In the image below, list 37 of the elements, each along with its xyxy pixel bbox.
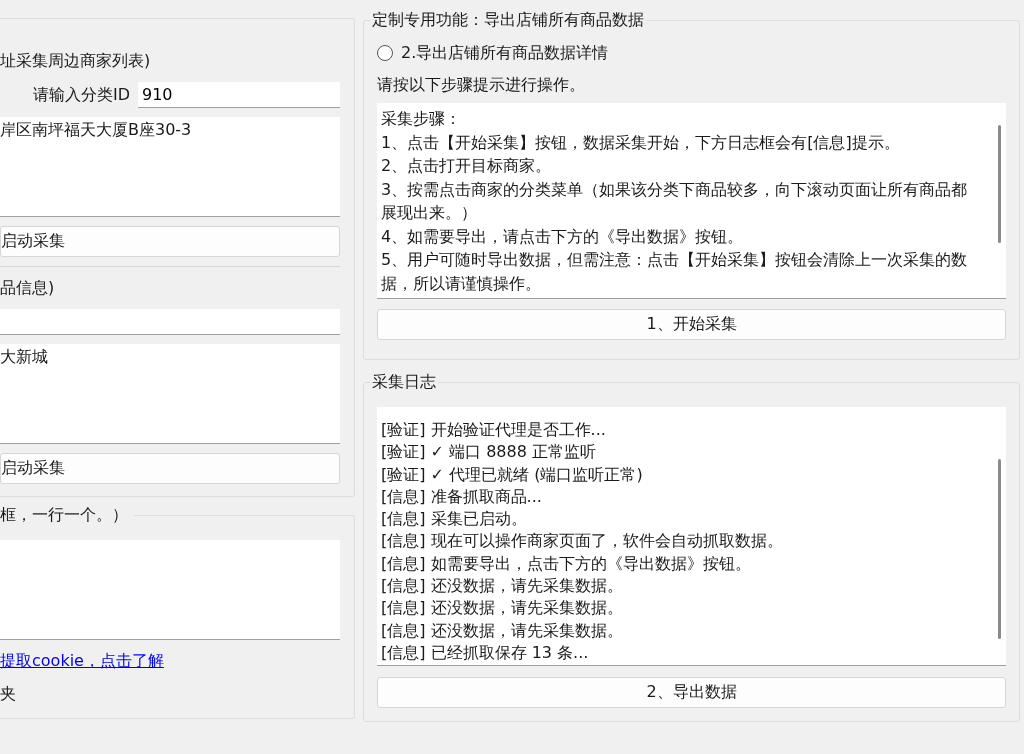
group-title: 址采集周边商家列表) <box>0 50 152 72</box>
category-label: 请输入分类ID <box>32 84 130 106</box>
log-line: [信息] 准备抓取商品... <box>381 485 543 508</box>
radio-icon[interactable] <box>377 45 393 61</box>
log-text-area[interactable] <box>377 407 1006 666</box>
section-title: 品信息) <box>0 277 56 299</box>
steps-text-area[interactable]: 采集步骤： 1、点击【开始采集】按钮，数据采集开始，下方日志框会有[信息]提示。 2、点击打开目标商家。 3、按需点击商家的分类菜单（如果该分类下商品较多，向下滚动页面让所有商品都展现出来。） 4、如需要导出，请点击下方的《导出数据》按钮。 5、用户可随时导出数据，但需注意：点击【开始采集】按钮会清除上一次采集的数据，所以请谨慎操作。 <box>377 103 1006 299</box>
category-field[interactable]: 910 <box>138 82 340 108</box>
address-field[interactable]: 岸区南坪福天大厦B座30-3 <box>0 117 340 217</box>
log-line: [验证] ✓ 端口 8888 正常监听 <box>381 441 597 464</box>
scrollbar-thumb[interactable] <box>997 125 1001 243</box>
start-button[interactable]: 1、开始采集 <box>377 309 1006 340</box>
start-button[interactable]: 启动采集 <box>0 226 340 257</box>
step-text: 采集步骤： <box>381 108 462 130</box>
log-line: [信息] 还没数据，请先采集数据。 <box>381 619 624 642</box>
step-text: 5、用户可随时导出数据，但需注意：点击【开始采集】按钮会清除上一次采集的数据，所以请谨慎操作。 <box>381 249 969 295</box>
step-text: 2、点击打开目标商家。 <box>381 155 553 177</box>
radio-option[interactable]: 2.导出店铺所有商品数据详情 <box>377 41 1006 65</box>
scrollbar-thumb[interactable] <box>997 459 1001 639</box>
text-field[interactable] <box>0 309 340 335</box>
step-text: 4、如需要导出，请点击下方的《导出数据》按钮。 <box>381 225 745 248</box>
log-line: [信息] 现在可以操作商家页面了，软件会自动抓取数据。 <box>381 530 784 553</box>
hint-text: 请按以下步骤提示进行操作。 <box>377 74 586 96</box>
log-line: [信息] 已经抓取保存 13 条... <box>381 641 590 664</box>
log-line: [验证] ✓ 代理已就绪 (端口监听正常) <box>381 463 644 486</box>
export-button[interactable]: 2、导出数据 <box>377 677 1006 708</box>
log-line: [信息] 采集已启动。 <box>381 508 528 531</box>
step-text: 1、点击【开始采集】按钮，数据采集开始，下方日志框会有[信息]提示。 <box>381 131 901 154</box>
address-field[interactable]: 大新城 <box>0 344 340 444</box>
log-line: [信息] 还没数据，请先采集数据。 <box>381 575 624 598</box>
start-button[interactable]: 启动采集 <box>0 453 340 484</box>
log-line: [信息] 如需要导出，点击下方的《导出数据》按钮。 <box>381 552 752 575</box>
cookie-link[interactable]: 提取cookie，点击了解 <box>0 649 340 673</box>
log-line: [信息] 还没数据，请先采集数据。 <box>381 597 624 620</box>
log-line: [验证] 开始验证代理是否工作... <box>381 419 607 441</box>
step-text: 3、按需点击商家的分类菜单（如果该分类下商品较多，向下滚动页面让所有商品都展现出来。） <box>381 178 969 224</box>
note-text: 夹 <box>0 683 17 705</box>
